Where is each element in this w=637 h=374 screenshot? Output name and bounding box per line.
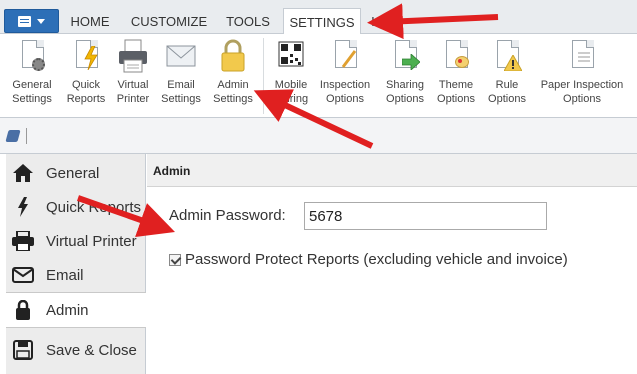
printer-icon bbox=[12, 230, 34, 252]
nav-item-quick-reports[interactable]: Quick Reports bbox=[6, 190, 146, 224]
ribbon-panel: General Settings Quick Reports Virtual P… bbox=[0, 34, 637, 118]
pen-document-icon bbox=[328, 38, 362, 74]
email-settings-label: Email Settings bbox=[161, 79, 201, 105]
ribbon-group-divider bbox=[263, 38, 264, 114]
quick-reports-button[interactable]: Quick Reports bbox=[59, 36, 113, 114]
virtual-printer-label: Virtual Printer bbox=[116, 79, 150, 105]
home-icon bbox=[12, 162, 34, 184]
lightning-document-icon bbox=[69, 38, 103, 74]
palette-document-icon bbox=[439, 38, 473, 74]
paper-document-icon bbox=[565, 38, 599, 74]
rule-options-button[interactable]: Rule Options bbox=[480, 36, 534, 114]
nav-divider bbox=[6, 327, 146, 328]
lightning-icon bbox=[12, 196, 34, 218]
mobile-pairing-label: Mobile Pairing bbox=[273, 79, 309, 105]
sharing-options-button[interactable]: Sharing Options bbox=[378, 36, 432, 114]
warning-document-icon bbox=[490, 38, 524, 74]
protect-reports-option[interactable]: Password Protect Reports (excluding vehi… bbox=[169, 251, 568, 268]
nav-item-label: Quick Reports bbox=[46, 198, 142, 216]
padlock-icon bbox=[216, 38, 250, 74]
nav-item-general[interactable]: General bbox=[6, 156, 146, 190]
toolbar-separator bbox=[26, 128, 27, 144]
nav-item-email[interactable]: Email bbox=[6, 258, 146, 292]
panel-title: Admin bbox=[147, 154, 637, 187]
inspection-options-label: Inspection Options bbox=[319, 79, 371, 105]
quick-access-toolbar bbox=[0, 118, 637, 154]
sharing-options-label: Sharing Options bbox=[386, 79, 424, 105]
virtual-printer-button[interactable]: Virtual Printer bbox=[106, 36, 160, 114]
nav-item-label: Admin bbox=[46, 301, 89, 319]
envelope-icon bbox=[12, 264, 34, 286]
protect-reports-label: Password Protect Reports (excluding vehi… bbox=[185, 251, 568, 268]
nav-item-label: Virtual Printer bbox=[46, 232, 137, 250]
paper-inspection-options-label: Paper Inspection Options bbox=[540, 79, 624, 105]
admin-password-input[interactable] bbox=[304, 202, 547, 230]
inspection-options-button[interactable]: Inspection Options bbox=[318, 36, 372, 114]
chevron-down-icon bbox=[37, 18, 45, 24]
qr-code-icon bbox=[274, 38, 308, 74]
admin-settings-button[interactable]: Admin Settings bbox=[206, 36, 260, 114]
nav-item-save-close[interactable]: Save & Close bbox=[6, 333, 146, 367]
paper-inspection-options-button[interactable]: Paper Inspection Options bbox=[535, 36, 629, 114]
tab-home[interactable]: HOME bbox=[62, 9, 118, 34]
email-settings-button[interactable]: Email Settings bbox=[154, 36, 208, 114]
document-icon bbox=[18, 15, 31, 27]
theme-options-button[interactable]: Theme Options bbox=[429, 36, 483, 114]
printer-icon bbox=[116, 38, 150, 74]
envelope-icon bbox=[164, 38, 198, 74]
tab-settings[interactable]: SETTINGS bbox=[283, 8, 361, 35]
theme-options-label: Theme Options bbox=[437, 79, 475, 105]
nav-item-admin[interactable]: Admin bbox=[6, 293, 146, 327]
application-menu-button[interactable] bbox=[4, 9, 59, 33]
padlock-icon bbox=[12, 299, 34, 321]
nav-item-label: Email bbox=[46, 266, 84, 284]
protect-reports-checkbox[interactable] bbox=[169, 253, 181, 266]
nav-item-virtual-printer[interactable]: Virtual Printer bbox=[6, 224, 146, 258]
tab-tools[interactable]: TOOLS bbox=[218, 9, 278, 34]
nav-item-label: Save & Close bbox=[46, 341, 137, 359]
save-icon bbox=[12, 339, 34, 361]
admin-password-label: Admin Password: bbox=[169, 207, 286, 224]
share-document-icon bbox=[388, 38, 422, 74]
ribbon-tab-bar: HOME CUSTOMIZE TOOLS SETTINGS H bbox=[0, 0, 637, 35]
admin-settings-panel: Admin Admin Password: Password Protect R… bbox=[147, 154, 637, 374]
settings-nav: General Quick Reports Virtual Printer Em… bbox=[6, 154, 146, 374]
mobile-pairing-button[interactable]: Mobile Pairing bbox=[264, 36, 318, 114]
rule-options-label: Rule Options bbox=[488, 79, 526, 105]
general-settings-label: General Settings bbox=[12, 79, 52, 105]
quick-access-icon[interactable] bbox=[5, 130, 21, 142]
tab-help[interactable]: H bbox=[366, 9, 386, 34]
tab-customize[interactable]: CUSTOMIZE bbox=[122, 9, 216, 34]
quick-reports-label: Quick Reports bbox=[66, 79, 106, 105]
nav-item-label: General bbox=[46, 164, 100, 182]
general-settings-button[interactable]: General Settings bbox=[5, 36, 59, 114]
gear-document-icon bbox=[15, 38, 49, 74]
admin-settings-label: Admin Settings bbox=[213, 79, 253, 105]
